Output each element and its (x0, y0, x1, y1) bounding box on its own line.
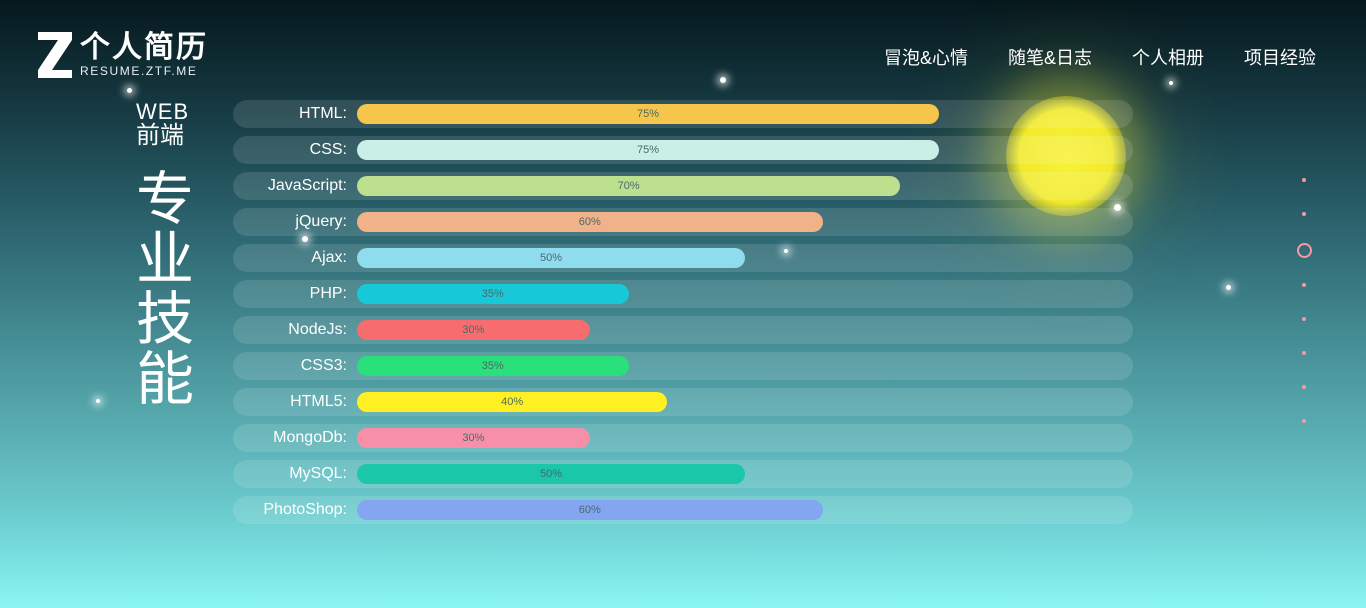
star-decoration (720, 77, 726, 83)
skill-name: PhotoShop: (263, 501, 347, 518)
page-dots (1297, 178, 1312, 453)
skill-row: MongoDb: 30% (233, 424, 1133, 452)
skill-row: MySQL: 50% (233, 460, 1133, 488)
skill-bar: 75% (357, 104, 939, 124)
page-dot[interactable] (1302, 212, 1306, 216)
skill-track: 70% (357, 176, 1133, 196)
skill-track: 30% (357, 428, 1133, 448)
skill-track: 75% (357, 140, 1133, 160)
skill-row: HTML5: 40% (233, 388, 1133, 416)
skill-row: PhotoShop: 60% (233, 496, 1133, 524)
skill-track: 35% (357, 356, 1133, 376)
section-title-char: 技 (135, 287, 194, 352)
skill-row: HTML: 75% (233, 100, 1133, 128)
skill-name: MySQL: (289, 465, 347, 482)
skill-name: MongoDb: (273, 429, 347, 446)
star-decoration (1169, 81, 1173, 85)
skill-bar: 70% (357, 176, 901, 196)
z-logo-icon (38, 32, 72, 78)
skill-bar: 40% (357, 392, 668, 412)
skill-row: NodeJs: 30% (233, 316, 1133, 344)
skill-bar: 35% (357, 356, 629, 376)
logo-title: 个人简历 (80, 31, 208, 64)
section-title-char: 专 (135, 167, 194, 232)
skill-name: jQuery: (295, 213, 347, 230)
skill-name: PHP: (309, 285, 347, 302)
skill-row: CSS3: 35% (233, 352, 1133, 380)
skill-bar: 60% (357, 500, 823, 520)
skills-list: HTML: 75% CSS: 75% JavaScript: 70% jQuer… (233, 100, 1133, 532)
skill-bar: 30% (357, 320, 590, 340)
skill-track: 60% (357, 500, 1133, 520)
page-dot[interactable] (1302, 351, 1306, 355)
nav-item-projects[interactable]: 项目经验 (1244, 44, 1316, 70)
skill-bar: 60% (357, 212, 823, 232)
section-tag-sub: 前端 (136, 122, 184, 149)
skill-track: 50% (357, 464, 1133, 484)
skill-row: JavaScript: 70% (233, 172, 1133, 200)
skill-name: CSS: (309, 141, 347, 158)
skill-bar: 50% (357, 248, 745, 268)
page-dot[interactable] (1302, 385, 1306, 389)
section-tag-top: WEB (136, 99, 190, 124)
top-nav: 冒泡&心情 随笔&日志 个人相册 项目经验 (844, 44, 1316, 70)
skill-bar: 50% (357, 464, 745, 484)
skill-track: 50% (357, 248, 1133, 268)
skill-track: 60% (357, 212, 1133, 232)
star-decoration (96, 399, 100, 403)
star-decoration (127, 88, 132, 93)
page-dot[interactable] (1302, 419, 1306, 423)
skill-name: Ajax: (311, 249, 347, 266)
page-dot[interactable] (1297, 243, 1312, 258)
skill-track: 75% (357, 104, 1133, 124)
skill-bar: 30% (357, 428, 590, 448)
skill-bar: 75% (357, 140, 939, 160)
skill-row: jQuery: 60% (233, 208, 1133, 236)
page-dot[interactable] (1302, 178, 1306, 182)
skill-track: 40% (357, 392, 1133, 412)
skill-name: NodeJs: (288, 321, 347, 338)
skill-name: HTML5: (290, 393, 347, 410)
skill-row: CSS: 75% (233, 136, 1133, 164)
section-title: 专 业 技 能 (132, 170, 198, 410)
section-tag: WEB 前端 (136, 100, 189, 148)
skill-name: HTML: (299, 105, 347, 122)
site-logo[interactable]: 个人简历 RESUME.ZTF.ME (38, 32, 208, 78)
skill-track: 35% (357, 284, 1133, 304)
star-decoration (1226, 285, 1231, 290)
section-title-char: 业 (135, 227, 194, 292)
nav-item-journal[interactable]: 随笔&日志 (1008, 44, 1092, 70)
skill-bar: 35% (357, 284, 629, 304)
skill-track: 30% (357, 320, 1133, 340)
page-dot[interactable] (1302, 283, 1306, 287)
skill-row: Ajax: 50% (233, 244, 1133, 272)
skill-name: CSS3: (300, 357, 347, 374)
skill-name: JavaScript: (267, 177, 347, 194)
page-dot[interactable] (1302, 317, 1306, 321)
logo-subtitle: RESUME.ZTF.ME (80, 64, 198, 78)
section-title-char: 能 (135, 347, 194, 412)
nav-item-album[interactable]: 个人相册 (1132, 44, 1204, 70)
nav-item-mood[interactable]: 冒泡&心情 (884, 44, 968, 70)
skill-row: PHP: 35% (233, 280, 1133, 308)
